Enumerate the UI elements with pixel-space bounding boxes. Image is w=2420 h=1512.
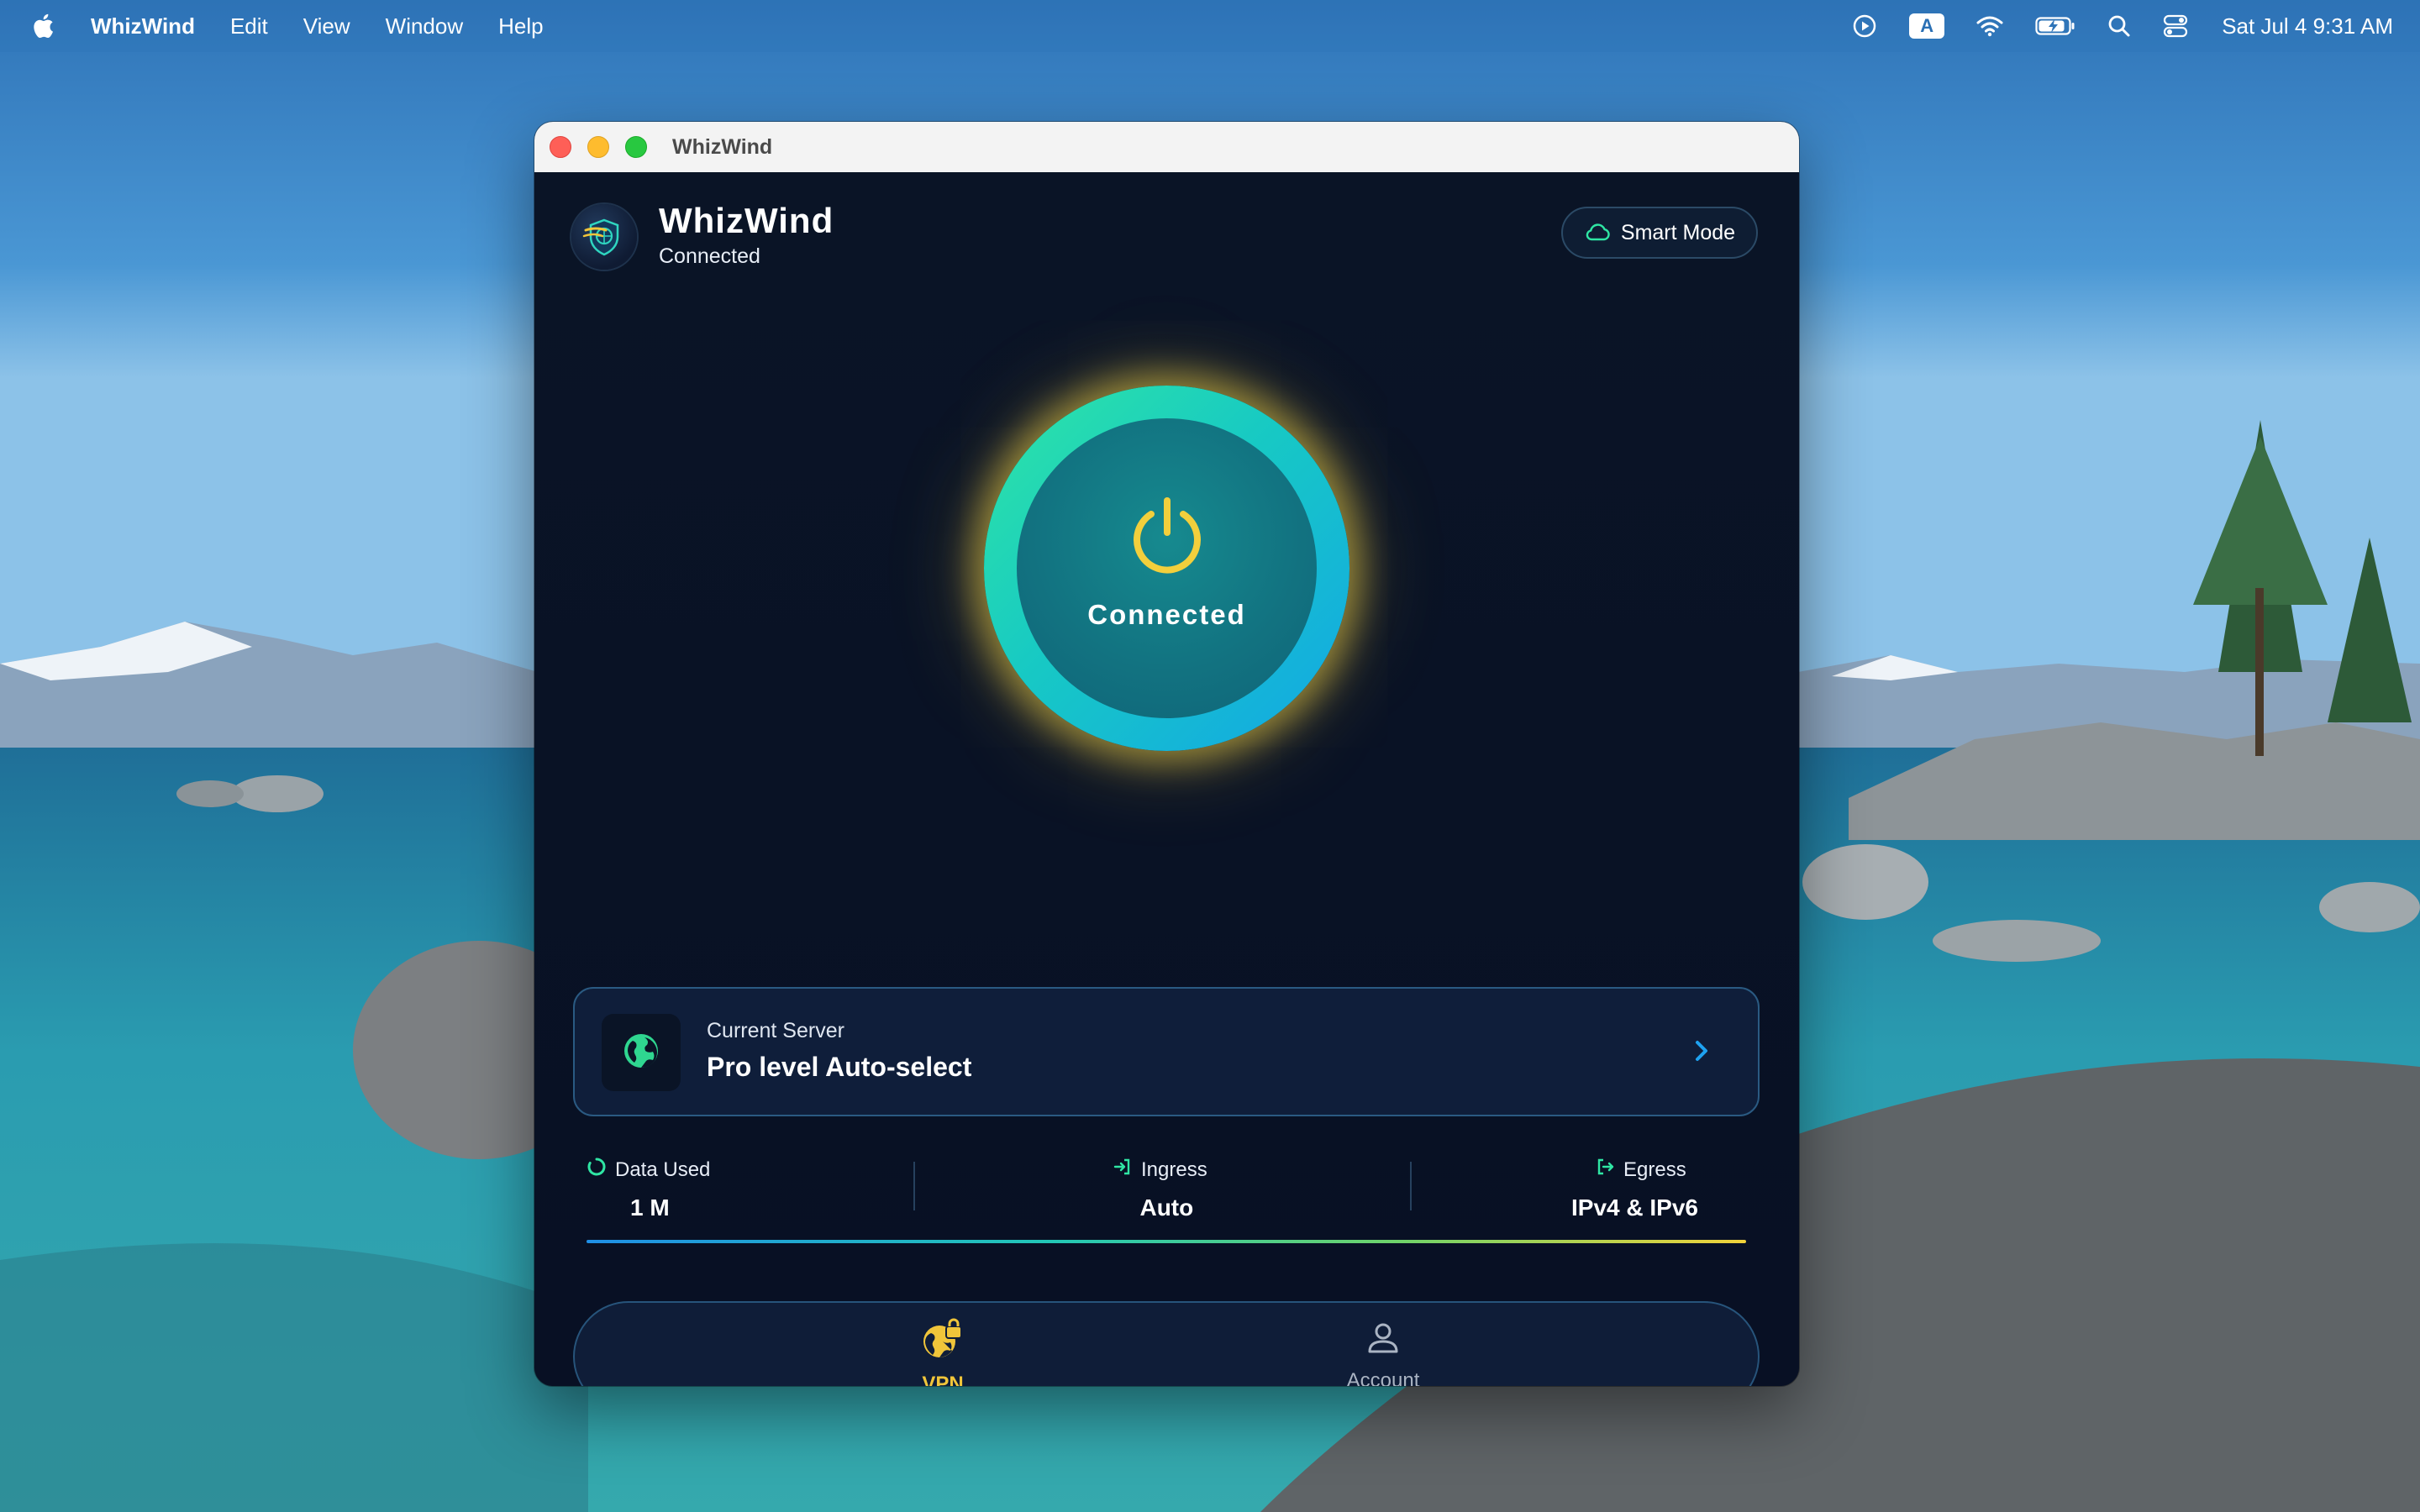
cloud-icon <box>1584 223 1611 243</box>
current-server-name: Pro level Auto-select <box>707 1052 972 1082</box>
egress-stat: Egress IPv4 & IPv6 <box>1571 1157 1698 1221</box>
globe-icon <box>621 1031 661 1075</box>
ingress-value: Auto <box>1139 1194 1194 1221</box>
stats-gradient-line <box>587 1240 1746 1243</box>
app-logo-icon <box>571 204 637 270</box>
control-center-icon[interactable] <box>2163 14 2188 38</box>
apple-menu-icon[interactable] <box>32 13 55 39</box>
input-source-icon[interactable]: A <box>1909 13 1945 39</box>
server-icon-box <box>602 1014 681 1091</box>
ingress-icon <box>1113 1157 1141 1183</box>
chevron-right-icon[interactable] <box>1692 1036 1712 1070</box>
smart-mode-button[interactable]: Smart Mode <box>1561 207 1758 259</box>
search-icon[interactable] <box>2107 14 2131 38</box>
ingress-label: Ingress <box>1141 1158 1207 1181</box>
bottom-tab-bar: VPN Account <box>573 1301 1760 1386</box>
power-icon <box>1126 494 1208 580</box>
person-icon <box>1363 1318 1403 1362</box>
app-title: WhizWind <box>659 201 834 240</box>
current-server-card[interactable]: Current Server Pro level Auto-select <box>573 987 1760 1116</box>
egress-label: Egress <box>1623 1158 1686 1181</box>
window-title: WhizWind <box>672 134 773 159</box>
menu-app-name[interactable]: WhizWind <box>91 13 195 39</box>
input-source-badge: A <box>1909 13 1945 39</box>
tab-account[interactable]: Account <box>1333 1318 1434 1386</box>
play-circle-icon[interactable] <box>1852 13 1877 39</box>
stat-divider <box>1410 1162 1412 1210</box>
window-minimize-button[interactable] <box>587 136 609 158</box>
power-status-label: Connected <box>1087 599 1246 630</box>
globe-lock-icon <box>921 1318 965 1366</box>
egress-icon <box>1595 1157 1623 1183</box>
menu-window[interactable]: Window <box>386 13 463 39</box>
data-used-label: Data Used <box>615 1158 711 1181</box>
app-content: WhizWind Connected Smart Mode Connected <box>534 172 1799 1386</box>
menu-bar: WhizWind Edit View Window Help A Sat Jul… <box>0 0 2420 52</box>
tab-account-label: Account <box>1346 1369 1420 1386</box>
wifi-icon[interactable] <box>1976 15 2003 37</box>
data-usage-icon <box>587 1157 615 1183</box>
current-server-caption: Current Server <box>707 1019 844 1042</box>
power-button-inner[interactable]: Connected <box>1017 418 1317 718</box>
data-used-value: 1 M <box>630 1194 670 1221</box>
battery-icon[interactable] <box>2035 16 2075 36</box>
stat-divider <box>913 1162 915 1210</box>
menubar-clock[interactable]: Sat Jul 4 9:31 AM <box>2222 13 2393 39</box>
egress-value: IPv4 & IPv6 <box>1571 1194 1698 1221</box>
tab-vpn[interactable]: VPN <box>901 1318 985 1386</box>
window-titlebar[interactable]: WhizWind <box>534 122 1799 173</box>
menu-view[interactable]: View <box>303 13 350 39</box>
smart-mode-label: Smart Mode <box>1620 220 1736 244</box>
tab-vpn-label: VPN <box>922 1373 964 1386</box>
connection-status-text: Connected <box>659 244 760 268</box>
window-close-button[interactable] <box>550 136 571 158</box>
menu-edit[interactable]: Edit <box>230 13 268 39</box>
window-zoom-button[interactable] <box>625 136 647 158</box>
menu-help[interactable]: Help <box>498 13 543 39</box>
data-used-stat: Data Used 1 M <box>587 1157 710 1221</box>
app-window: WhizWind WhizWind Connected Smart Mode C… <box>534 122 1799 1386</box>
ingress-stat: Ingress Auto <box>1113 1157 1207 1221</box>
